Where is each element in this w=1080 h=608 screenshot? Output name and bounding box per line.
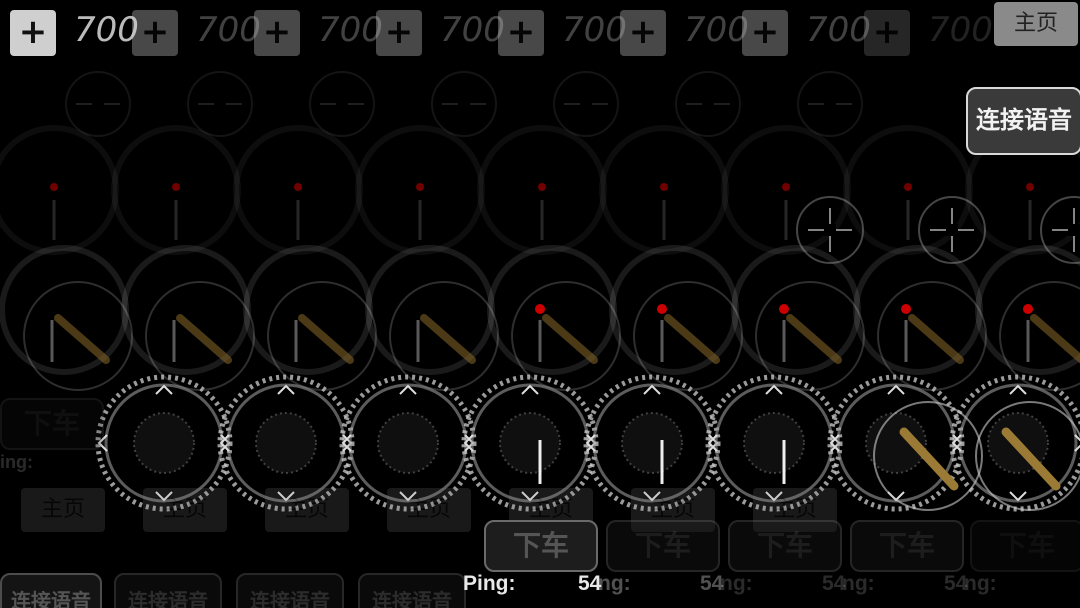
ping-label-echo: ng:	[598, 572, 631, 595]
connect-voice-button-echo[interactable]: 连接语音	[0, 573, 102, 608]
aim-dial-echo	[853, 245, 983, 375]
zoom-value-echo: 700	[928, 10, 993, 50]
chevron-up-icon	[1009, 384, 1027, 395]
aim-dial-echo	[731, 245, 861, 375]
zoom-value-echo: 700	[684, 10, 749, 50]
aim-dial-echo	[0, 245, 129, 375]
aim-dial-echo	[0, 125, 119, 255]
aim-dot	[1023, 304, 1033, 314]
aim-dial-echo	[609, 245, 739, 375]
aim-dot	[50, 183, 58, 191]
crosshair-icon-echo	[431, 71, 497, 137]
aim-dial-echo	[121, 245, 251, 375]
aim-dot	[538, 183, 546, 191]
aim-dot	[294, 183, 302, 191]
crosshair-icon-echo	[797, 71, 863, 137]
aim-dot	[782, 183, 790, 191]
exit-vehicle-button-echo[interactable]: 下车	[606, 520, 720, 572]
crosshair-icon[interactable]	[918, 196, 986, 264]
zoom-plus-button-echo[interactable]: +	[132, 10, 178, 56]
connect-voice-button-echo[interactable]: 连接语音	[114, 573, 222, 608]
aim-dot	[779, 304, 789, 314]
bullet-icon	[664, 314, 720, 364]
home-button-echo[interactable]: 主页	[143, 488, 227, 532]
zoom-value-echo: 700	[806, 10, 871, 50]
zoom-plus-button-echo[interactable]: +	[742, 10, 788, 56]
joystick-knob	[621, 412, 683, 474]
aim-dot	[657, 304, 667, 314]
ping-label-echo: ing:	[0, 452, 33, 472]
bullet-icon	[298, 314, 354, 364]
aim-dot	[416, 183, 424, 191]
bullet-icon	[1030, 314, 1080, 364]
crosshair-icon-echo	[309, 71, 375, 137]
aim-dial-echo	[243, 245, 373, 375]
zoom-plus-button-echo[interactable]: +	[498, 10, 544, 56]
ping-label: Ping:	[463, 572, 516, 595]
chevron-up-icon	[765, 384, 783, 395]
aim-dial-echo	[487, 245, 617, 375]
zoom-plus-button-echo[interactable]: +	[620, 10, 666, 56]
home-button-echo[interactable]: 主页	[387, 488, 471, 532]
bullet-icon	[54, 314, 110, 364]
zoom-plus-button-echo[interactable]: +	[864, 10, 910, 56]
ping-label-echo: ng:	[964, 572, 997, 595]
zoom-value-echo: 700	[440, 10, 505, 50]
zoom-value-echo: 700	[196, 10, 261, 50]
zoom-plus-button[interactable]: +	[10, 10, 56, 56]
crosshair-icon[interactable]	[796, 196, 864, 264]
chevron-up-icon	[399, 384, 417, 395]
chevron-up-icon	[155, 384, 173, 395]
zoom-value-echo: 700	[562, 10, 627, 50]
joystick-knob	[377, 412, 439, 474]
exit-vehicle-button-echo[interactable]: 下车	[728, 520, 842, 572]
joystick-knob	[743, 412, 805, 474]
zoom-value-echo: 700	[318, 10, 383, 50]
crosshair-icon-echo	[187, 71, 253, 137]
joystick-knob	[255, 412, 317, 474]
joystick-knob	[133, 412, 195, 474]
crosshair-icon-echo	[675, 71, 741, 137]
bullet-icon	[542, 314, 598, 364]
bullet-icon	[420, 314, 476, 364]
exit-vehicle-button[interactable]: 下车	[484, 520, 598, 572]
exit-vehicle-button-echo[interactable]: 下车	[850, 520, 964, 572]
aim-dot	[172, 183, 180, 191]
chevron-up-icon	[521, 384, 539, 395]
bullet-icon	[176, 314, 232, 364]
connect-voice-button-echo[interactable]: 连接语音	[236, 573, 344, 608]
connect-voice-button[interactable]: 连接语音	[966, 87, 1080, 155]
joystick-knob	[499, 412, 561, 474]
bullet-icon	[786, 314, 842, 364]
home-button-echo[interactable]: 主页	[21, 488, 105, 532]
aim-dot	[901, 304, 911, 314]
ping-label-echo: ng:	[842, 572, 875, 595]
chevron-up-icon	[643, 384, 661, 395]
zoom-plus-button-echo[interactable]: +	[376, 10, 422, 56]
connect-voice-button-echo[interactable]: 连接语音	[358, 573, 466, 608]
exit-vehicle-button-echo[interactable]: 下车	[970, 520, 1080, 572]
chevron-up-icon	[887, 384, 905, 395]
aim-dot	[904, 183, 912, 191]
ping-label-echo: ng:	[720, 572, 753, 595]
game-hud: + 700 + 700 + 700 + 700 + 700 + 700 + 70…	[0, 0, 1080, 608]
chevron-up-icon	[277, 384, 295, 395]
home-button-echo[interactable]: 主页	[265, 488, 349, 532]
exit-vehicle-button-echo[interactable]: 下车	[0, 398, 104, 450]
aim-dot	[535, 304, 545, 314]
chevron-down-icon	[1009, 491, 1027, 502]
crosshair-icon-echo	[65, 71, 131, 137]
aim-dot	[1026, 183, 1034, 191]
aim-dot	[660, 183, 668, 191]
aim-dial-echo	[365, 245, 495, 375]
zoom-plus-button-echo[interactable]: +	[254, 10, 300, 56]
crosshair-icon-echo	[553, 71, 619, 137]
bullet-icon	[908, 314, 964, 364]
zoom-value: 700	[74, 10, 139, 50]
home-button[interactable]: 主页	[994, 2, 1078, 46]
